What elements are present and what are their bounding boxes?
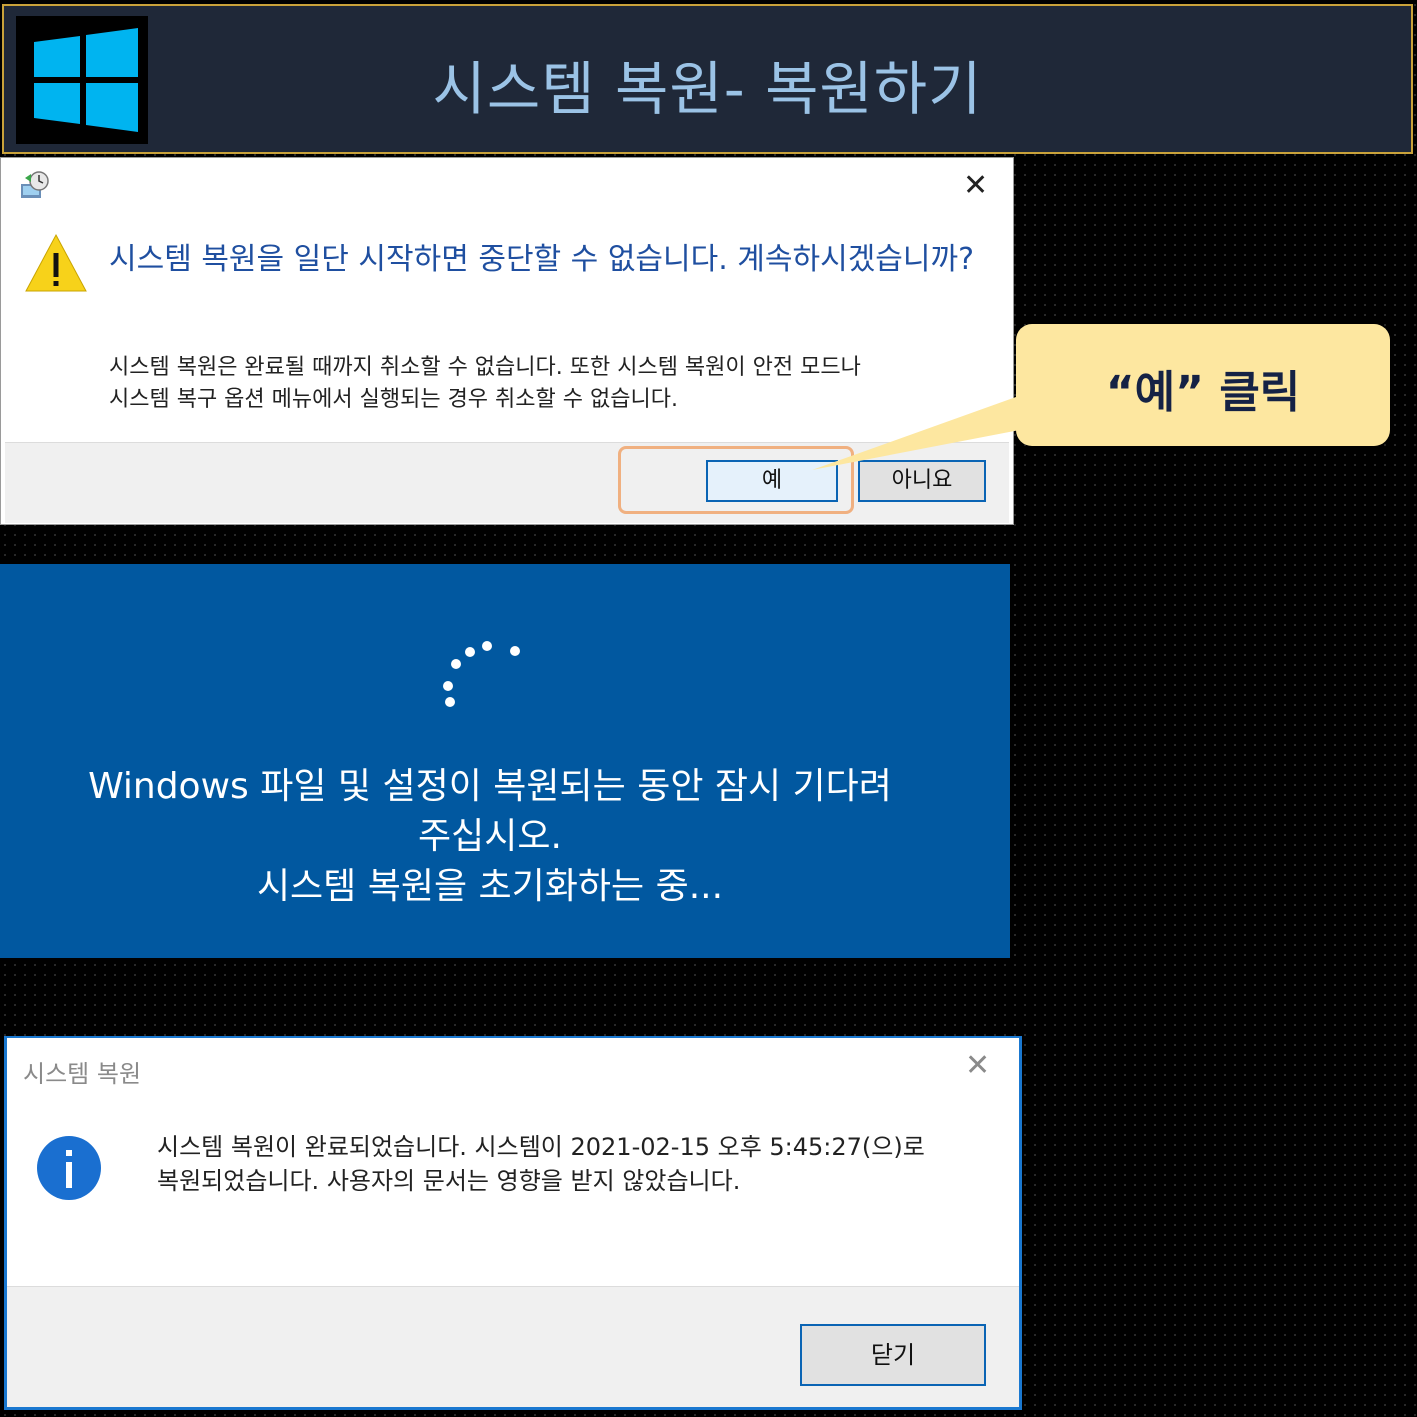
dialog-title: 시스템 복원 xyxy=(23,1060,142,1088)
message-line-1: 시스템 복원이 완료되었습니다. 시스템이 2021-02-15 오후 5:45… xyxy=(157,1133,925,1161)
close-icon[interactable]: ✕ xyxy=(965,1048,990,1083)
progress-line-2: 주십시오. xyxy=(418,816,562,857)
callout-text: “예” 클릭 xyxy=(1105,367,1301,418)
page-title: 시스템 복원- 복원하기 xyxy=(432,55,983,123)
message-line-2: 복원되었습니다. 사용자의 문서는 영향을 받지 않았습니다. xyxy=(157,1167,741,1195)
progress-status: 시스템 복원을 초기화하는 중... xyxy=(256,866,724,907)
dialog-body: 시스템 복원은 완료될 때까지 취소할 수 없습니다. 또한 시스템 복원이 안… xyxy=(109,352,989,416)
callout-bubble: “예” 클릭 xyxy=(1016,324,1390,446)
yes-button-highlight xyxy=(618,446,854,514)
warning-icon xyxy=(25,233,87,292)
body-line-2: 시스템 복구 옵션 메뉴에서 실행되는 경우 취소할 수 없습니다. xyxy=(109,387,678,412)
header-banner: 시스템 복원- 복원하기 xyxy=(2,4,1413,154)
loading-spinner-icon xyxy=(443,641,520,707)
dialog-headline: 시스템 복원을 일단 시작하면 중단할 수 없습니다. 계속하시겠습니까? xyxy=(109,242,975,277)
progress-line-1: Windows 파일 및 설정이 복원되는 동안 잠시 기다려 xyxy=(88,766,892,807)
system-restore-icon xyxy=(21,171,49,198)
progress-message: Windows 파일 및 설정이 복원되는 동안 잠시 기다려 주십시오. xyxy=(40,762,940,862)
body-line-1: 시스템 복원은 완료될 때까지 취소할 수 없습니다. 또한 시스템 복원이 안… xyxy=(109,355,861,380)
close-icon[interactable]: ✕ xyxy=(963,168,988,203)
complete-message: 시스템 복원이 완료되었습니다. 시스템이 2021-02-15 오후 5:45… xyxy=(157,1130,987,1198)
no-button[interactable]: 아니요 xyxy=(858,460,986,502)
info-icon xyxy=(37,1136,101,1200)
close-button[interactable]: 닫기 xyxy=(800,1324,986,1386)
